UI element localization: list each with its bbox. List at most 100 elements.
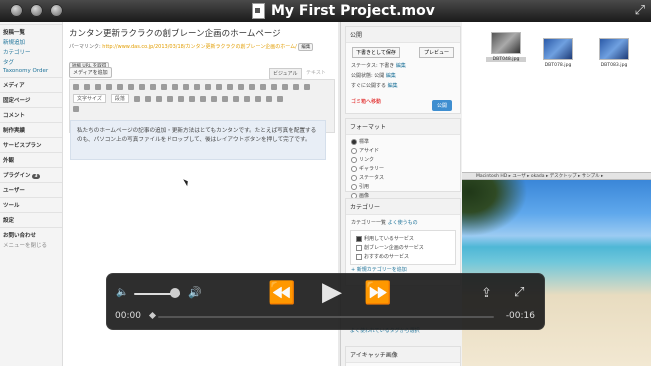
publish-box: 公開 下書きとして保存 プレビュー ステータス: 下書き 編集 公開状態: 公開…: [345, 26, 461, 114]
publish-box-heading: 公開: [346, 27, 460, 43]
toolbar-button-icon: [271, 84, 277, 90]
toolbar-button-icon: [133, 95, 140, 102]
toolbar-button-icon: [144, 95, 151, 102]
toolbar-button-icon: [139, 84, 145, 90]
tab-text: テキスト: [306, 70, 326, 76]
update-count-badge: 3: [32, 174, 40, 179]
status-line: ステータス: 下書き 編集: [351, 63, 406, 69]
toolbar-button-icon: [172, 84, 178, 90]
toolbar-button-icon: [243, 95, 250, 102]
format-box: フォーマット 標準 アサイド リンク ギャラリー ステータス 引用 画像: [345, 118, 461, 199]
category-option: 利用しているサービス: [351, 234, 455, 243]
sidebar-item: 設定: [0, 212, 62, 225]
format-option: ギャラリー: [346, 164, 460, 173]
toolbar-button-icon: [238, 84, 244, 90]
toolbar-button-icon: [293, 84, 299, 90]
featured-image-heading: アイキャッチ画像: [346, 347, 460, 363]
play-button[interactable]: ▶: [322, 279, 342, 305]
toolbar-button-icon: [194, 84, 200, 90]
toolbar-button-icon: [188, 95, 195, 102]
format-select: 段落: [110, 94, 129, 103]
toolbar-button-icon: [128, 84, 134, 90]
current-time: 00:00: [115, 311, 141, 321]
image-file-icon: DBT083.jpg: [594, 38, 634, 68]
checkbox-icon: [356, 235, 362, 242]
publish-button: 公開: [431, 100, 452, 111]
toolbar-button-icon: [150, 84, 156, 90]
schedule-line: すぐに公開する 編集: [351, 83, 398, 89]
toolbar-button-icon: [155, 95, 162, 102]
scrubber-track[interactable]: [158, 316, 494, 318]
sidebar-item: Taxonomy Order: [3, 68, 49, 74]
toolbar-button-icon: [216, 84, 222, 90]
sidebar-item: カテゴリー: [3, 50, 31, 56]
trash-link: ゴミ箱へ移動: [351, 99, 382, 105]
category-tab-all: カテゴリー一覧: [351, 220, 387, 226]
toolbar-button-icon: [210, 95, 217, 102]
volume-high-icon[interactable]: 🔊: [188, 286, 202, 299]
volume-low-icon[interactable]: 🔈: [116, 287, 128, 298]
toolbar-button-icon: [227, 84, 233, 90]
sidebar-item: 新規追加: [3, 40, 26, 46]
toolbar-button-icon: [304, 84, 310, 90]
scrubber-knob[interactable]: [148, 311, 157, 320]
save-draft-button: 下書きとして保存: [352, 47, 400, 58]
format-option: ステータス: [346, 173, 460, 182]
sidebar-item: 外観: [0, 152, 62, 165]
sidebar-item: コメント: [0, 107, 62, 120]
fast-forward-button[interactable]: ⏩: [364, 283, 391, 305]
toolbar-button-icon: [199, 95, 206, 102]
preview-button: プレビュー: [418, 47, 454, 58]
zoom-window-button[interactable]: [50, 4, 63, 17]
close-window-button[interactable]: [10, 4, 23, 17]
radio-icon: [351, 147, 357, 154]
movie-file-icon: [252, 3, 265, 19]
fullscreen-icon[interactable]: ⤢: [635, 3, 645, 18]
rewind-button[interactable]: ⏪: [268, 283, 295, 305]
format-option: 引用: [346, 182, 460, 191]
volume-knob[interactable]: [170, 288, 181, 298]
radio-icon: [351, 183, 357, 190]
sidebar-item: ツール: [0, 197, 62, 210]
toolbar-button-icon: [73, 84, 79, 90]
category-option: 創ブレーン企画のサービス: [351, 243, 455, 252]
toolbar-button-icon: [205, 84, 211, 90]
toolbar-button-icon: [177, 95, 184, 102]
add-media-button: メディアを追加: [69, 67, 112, 78]
format-box-heading: フォーマット: [346, 119, 460, 135]
category-box-heading: カテゴリー: [346, 199, 460, 215]
radio-icon: [351, 165, 357, 172]
toolbar-button-icon: [260, 84, 266, 90]
playback-controls: 🔈 🔊 ⏪ ▶ ⏩ ⇪ ⤢ 00:00 -00:16: [106, 273, 545, 330]
toolbar-button-icon: [276, 95, 283, 102]
toolbar-button-icon: [183, 84, 189, 90]
window-title-group: My First Project.mov: [252, 2, 435, 20]
minimize-window-button[interactable]: [30, 4, 43, 17]
title-bar[interactable]: My First Project.mov ⤢: [0, 0, 651, 23]
permalink-row: パーマリンク: http://www.das.co.jp/2013/03/18/…: [69, 43, 314, 51]
toolbar-button-icon: [282, 84, 288, 90]
toolbar-button-icon: [73, 106, 79, 112]
category-tab-popular: よく使うもの: [387, 220, 418, 226]
sidebar-item: サービスプラン: [0, 137, 62, 150]
format-option: リンク: [346, 155, 460, 164]
wp-admin-sidebar: 投稿一覧 新規追加 カテゴリー タグ Taxonomy Order メディア 固定ページ コメ…: [0, 22, 63, 366]
radio-icon: [351, 174, 357, 181]
toolbar-button-icon: [232, 95, 239, 102]
toolbar-button-icon: [166, 95, 173, 102]
remaining-time: -00:16: [505, 311, 535, 321]
toolbar-button-icon: [161, 84, 167, 90]
post-title: カンタン更新ラクラクの創ブレーン企画のホームページ: [69, 29, 281, 39]
fullscreen-expand-icon[interactable]: ⤢: [514, 285, 524, 300]
permalink-url: http://www.das.co.jp/2013/03/18/カンタン更新ラク…: [102, 44, 297, 50]
toolbar-button-icon: [265, 95, 272, 102]
sidebar-item: 制作実績: [0, 122, 62, 135]
toolbar-button-icon: [117, 84, 123, 90]
toolbar-button-icon: [84, 84, 90, 90]
radio-icon: [351, 156, 357, 163]
featured-image-box: アイキャッチ画像: [345, 346, 461, 366]
sidebar-item: プラグイン 3: [0, 167, 62, 180]
sidebar-item: ユーザー: [0, 182, 62, 195]
share-icon[interactable]: ⇪: [481, 286, 492, 301]
sidebar-item: メディア: [0, 77, 62, 90]
